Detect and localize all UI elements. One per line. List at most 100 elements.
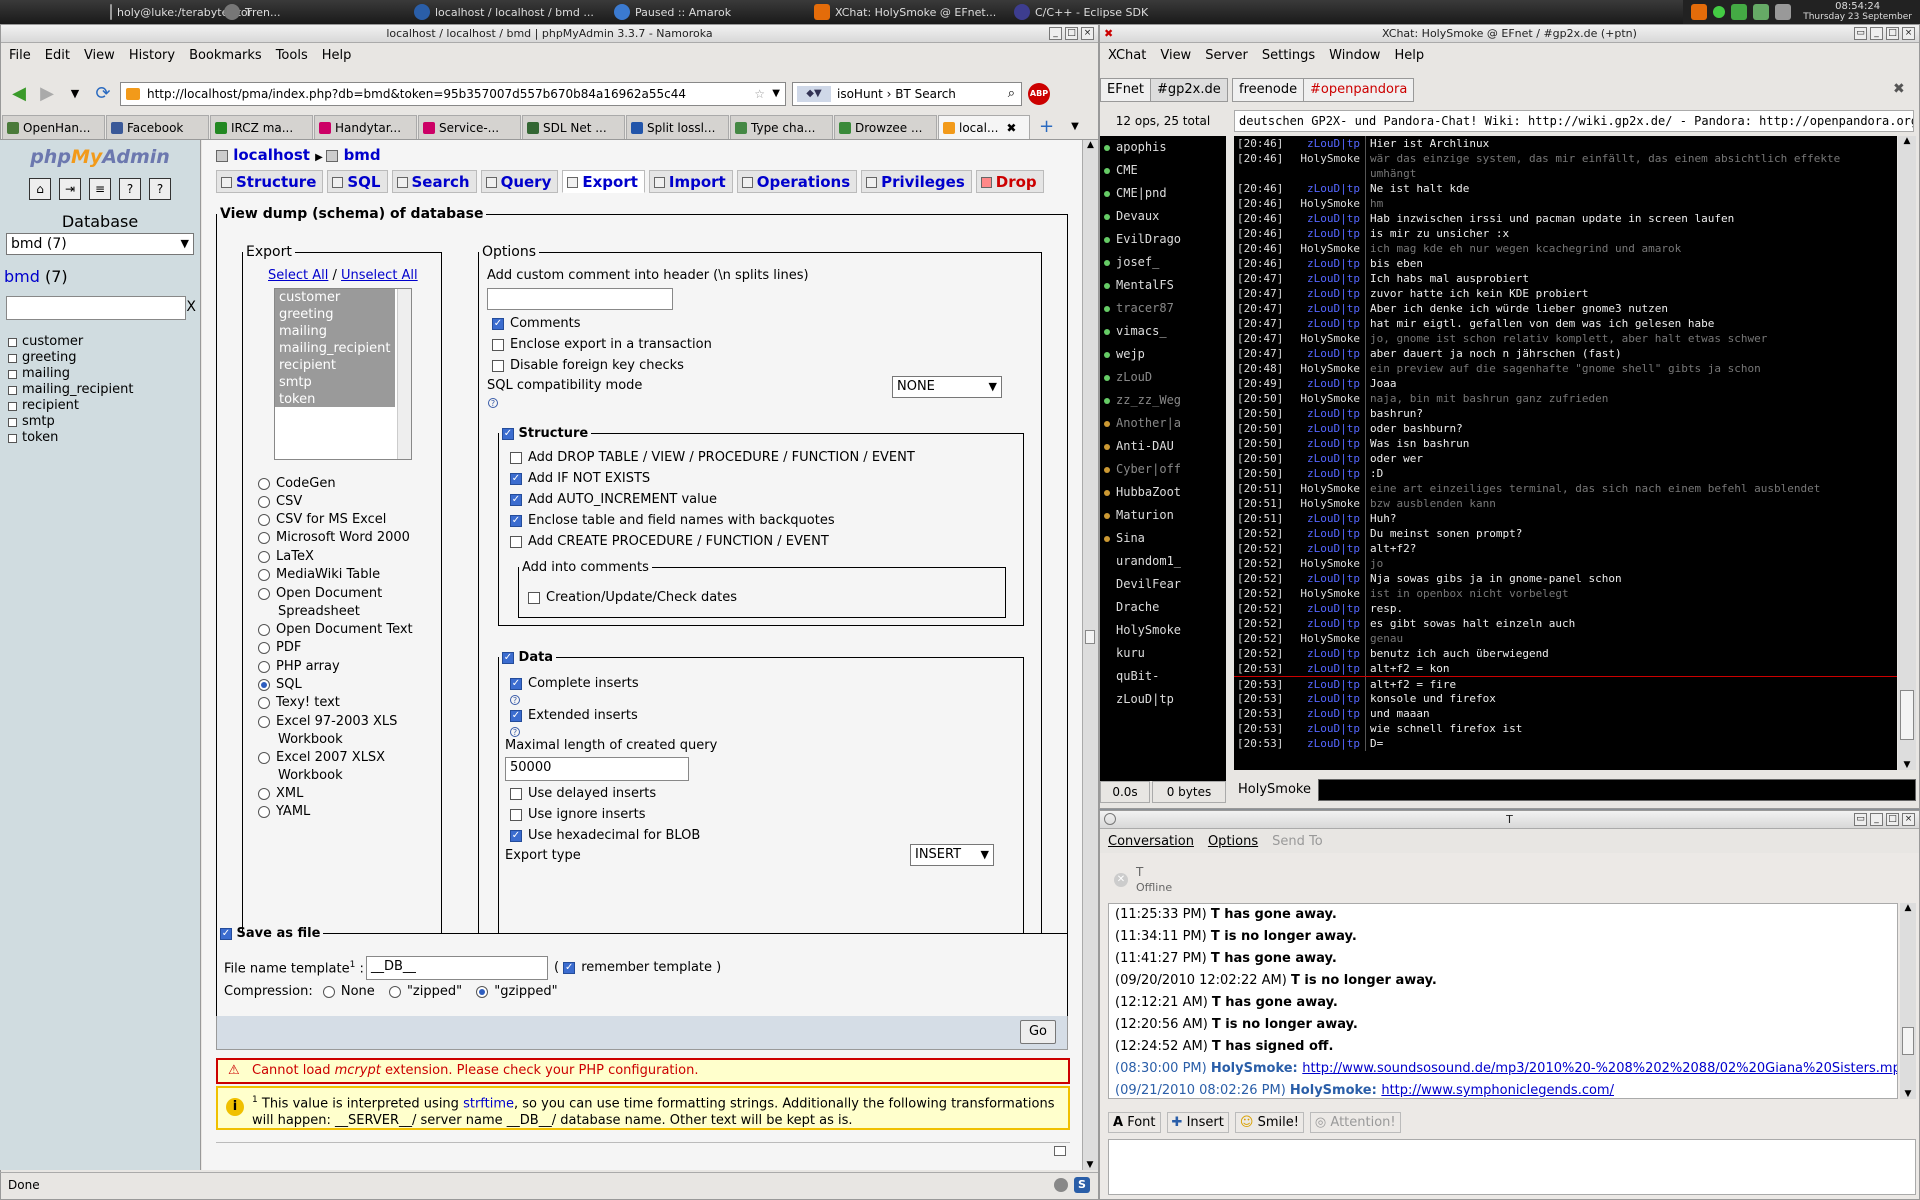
breadcrumb-server[interactable]: localhost [233, 146, 310, 164]
chat-nick[interactable]: HolySmoke [1286, 151, 1366, 166]
search-bar[interactable]: ◆▼ isoHunt › BT Search ⌕ [792, 82, 1022, 106]
scroll-up-icon[interactable]: ▲ [1900, 903, 1916, 913]
mysql-docs-icon[interactable]: ? [149, 178, 171, 200]
taskbar-task-amarok[interactable]: Paused :: Amarok [608, 0, 808, 24]
menu-view[interactable]: View [1160, 48, 1191, 63]
if-not-exists-checkbox[interactable]: ✓ Add IF NOT EXISTS [510, 471, 650, 486]
chat-nick[interactable]: zLouD|tp [1286, 706, 1366, 721]
format-yaml[interactable]: YAML [258, 804, 310, 819]
user-list-item[interactable]: wejp [1100, 343, 1226, 366]
shade-button[interactable]: ▭ [1854, 27, 1867, 40]
scroll-thumb[interactable] [1900, 690, 1914, 740]
chat-nick[interactable]: HolySmoke [1286, 331, 1366, 346]
minimize-button[interactable]: _ [1870, 27, 1883, 40]
menu-xchat[interactable]: XChat [1108, 48, 1146, 63]
format-word[interactable]: Microsoft Word 2000 [258, 530, 410, 545]
chat-nick[interactable]: zLouD|tp [1286, 661, 1366, 676]
user-list-item[interactable]: Anti-DAU [1100, 435, 1226, 458]
maximize-button[interactable]: □ [1886, 813, 1899, 826]
tab-query[interactable]: Query [480, 170, 559, 193]
browser-tab-active[interactable]: local... ✖ [938, 115, 1030, 139]
conversation-scrollbar[interactable]: ▲ ▼ [1900, 903, 1916, 1099]
menu-server[interactable]: Server [1205, 48, 1248, 63]
menu-options[interactable]: Options [1208, 834, 1258, 849]
logout-icon[interactable]: ⇥ [59, 178, 81, 200]
chat-nick[interactable]: zLouD|tp [1286, 286, 1366, 301]
tab-close-icon[interactable]: ✖ [1006, 116, 1016, 139]
chat-nick[interactable]: zLouD|tp [1286, 451, 1366, 466]
menu-edit[interactable]: Edit [45, 48, 70, 63]
user-list-item[interactable]: DevilFear [1100, 573, 1226, 596]
scroll-thumb[interactable] [1085, 630, 1095, 644]
close-button[interactable]: × [1902, 813, 1915, 826]
user-list-item[interactable]: EvilDrago [1100, 228, 1226, 251]
phpmyadmin-logo[interactable]: phpMyAdmin [0, 146, 200, 168]
pma-scrollbar[interactable]: ▲ ▼ [1082, 140, 1098, 1170]
chat-nick[interactable]: zLouD|tp [1286, 226, 1366, 241]
browser-tab[interactable]: Split lossl... [626, 115, 729, 139]
taskbar-task-xchat[interactable]: XChat: HolySmoke @ EFnet... [808, 0, 1008, 24]
message-input[interactable] [1108, 1139, 1916, 1195]
reload-icon[interactable]: ⟳ [92, 83, 114, 105]
sql-query-icon[interactable]: ≡ [89, 178, 111, 200]
clear-filter-button[interactable]: X [186, 299, 196, 315]
compression-zipped[interactable]: "zipped" [388, 984, 462, 999]
max-query-input[interactable]: 50000 [505, 757, 689, 781]
table-option[interactable]: mailing_recipient [279, 340, 395, 357]
database-select[interactable]: bmd (7) ▼ [6, 233, 194, 255]
go-button[interactable]: Go [1020, 1020, 1056, 1044]
user-list-item[interactable]: zLouD [1100, 366, 1226, 389]
scroll-down-icon[interactable]: ▼ [1083, 1160, 1097, 1170]
chat-nick[interactable]: HolySmoke [1286, 241, 1366, 256]
table-list-item[interactable]: mailing_recipient [8, 382, 200, 398]
format-csv-excel[interactable]: CSV for MS Excel [258, 512, 386, 527]
menu-window[interactable]: Window [1329, 48, 1380, 63]
table-option[interactable]: recipient [279, 357, 395, 374]
bookmark-star-icon[interactable]: ☆ [754, 83, 765, 105]
table-option[interactable]: smtp [279, 374, 395, 391]
format-csv[interactable]: CSV [258, 494, 302, 509]
browser-tab[interactable]: Type cha... [730, 115, 833, 139]
browser-tab[interactable]: Facebook [106, 115, 209, 139]
backquotes-checkbox[interactable]: ✓ Enclose table and field names with back… [510, 513, 835, 528]
browser-tab[interactable]: Handytar... [314, 115, 417, 139]
chat-nick[interactable]: zLouD|tp [1286, 271, 1366, 286]
server-tab-efnet[interactable]: EFnet [1100, 78, 1152, 102]
chat-nick[interactable]: zLouD|tp [1286, 691, 1366, 706]
user-list-item[interactable]: Another|a [1100, 412, 1226, 435]
close-tab-icon[interactable]: ✖ [1893, 81, 1905, 97]
menu-send-to[interactable]: Send To [1272, 834, 1323, 849]
tab-operations[interactable]: Operations [736, 170, 858, 193]
url-bar[interactable]: http://localhost/pma/index.php?db=bmd&to… [120, 82, 786, 106]
adblock-icon[interactable]: ABP [1028, 83, 1050, 105]
extended-inserts-checkbox[interactable]: ✓ Extended inserts [510, 708, 638, 723]
transaction-checkbox[interactable]: Enclose export in a transaction [492, 337, 712, 352]
browser-tab[interactable]: SDL Net ... [522, 115, 625, 139]
maximize-button[interactable]: □ [1886, 27, 1899, 40]
chat-nick[interactable]: zLouD|tp [1286, 136, 1366, 151]
add-drop-checkbox[interactable]: Add DROP TABLE / VIEW / PROCEDURE / FUNC… [510, 450, 915, 465]
back-arrow-icon[interactable]: ◀ [8, 83, 30, 105]
user-list-item[interactable]: CME|pnd [1100, 182, 1226, 205]
scroll-thumb[interactable] [1902, 1027, 1914, 1055]
tab-import[interactable]: Import [648, 170, 733, 193]
scroll-up-icon[interactable]: ▲ [1083, 140, 1098, 150]
browser-tab[interactable]: Service-... [418, 115, 521, 139]
chat-nick[interactable]: zLouD|tp [1286, 616, 1366, 631]
window-menu-icon[interactable] [1104, 813, 1116, 825]
user-list-item[interactable]: Sina [1100, 527, 1226, 550]
chat-nick[interactable]: zLouD|tp [1286, 256, 1366, 271]
table-list-item[interactable]: smtp [8, 414, 200, 430]
chat-nick[interactable]: HolySmoke [1286, 556, 1366, 571]
insert-button[interactable]: ✚ Insert [1166, 1111, 1229, 1133]
channel-tab-openpandora[interactable]: #openpandora [1303, 78, 1415, 102]
menu-history[interactable]: History [129, 48, 175, 63]
compression-gzipped[interactable]: "gzipped" [476, 984, 558, 999]
print-icon[interactable] [1054, 1146, 1066, 1156]
chat-log-scrollbar[interactable]: ▲ ▼ [1898, 136, 1916, 770]
history-dropdown-icon[interactable]: ▼ [64, 83, 86, 105]
format-mediawiki[interactable]: MediaWiki Table [258, 567, 380, 582]
tab-list-icon[interactable]: ▼ [1071, 115, 1079, 139]
menu-conversation[interactable]: Conversation [1108, 834, 1194, 849]
status-icon[interactable] [1713, 6, 1726, 18]
